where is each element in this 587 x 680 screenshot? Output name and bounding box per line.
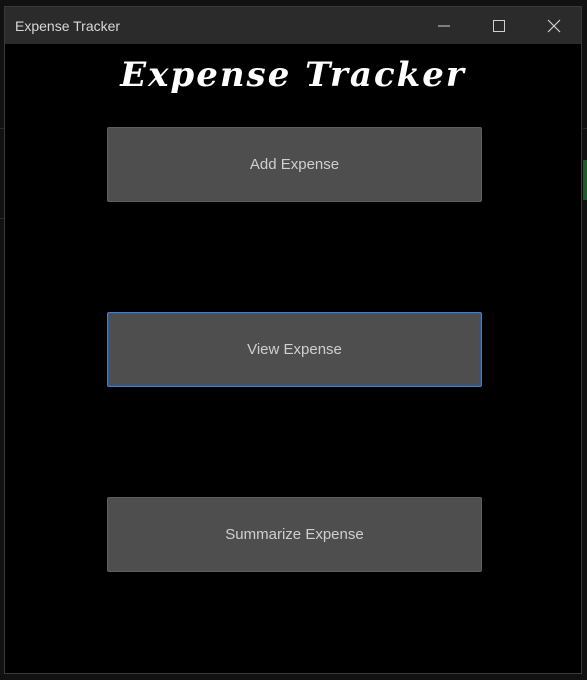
desktop-background: Expense Tracker Expense Tracker Add Expe… (0, 0, 587, 680)
close-icon (547, 19, 560, 32)
title-bar[interactable]: Expense Tracker (5, 7, 581, 44)
maximize-button[interactable] (471, 7, 526, 44)
app-window: Expense Tracker Expense Tracker Add Expe… (4, 6, 582, 674)
close-button[interactable] (526, 7, 581, 44)
minimize-icon (437, 25, 450, 26)
minimize-button[interactable] (416, 7, 471, 44)
window-title: Expense Tracker (15, 17, 121, 34)
maximize-icon (492, 19, 505, 32)
summarize-expense-button[interactable]: Summarize Expense (107, 497, 482, 572)
add-expense-button[interactable]: Add Expense (107, 127, 482, 202)
view-expense-button[interactable]: View Expense (107, 312, 482, 387)
app-heading: Expense Tracker (120, 55, 466, 95)
background-divider (583, 128, 587, 129)
background-accent (583, 160, 587, 200)
